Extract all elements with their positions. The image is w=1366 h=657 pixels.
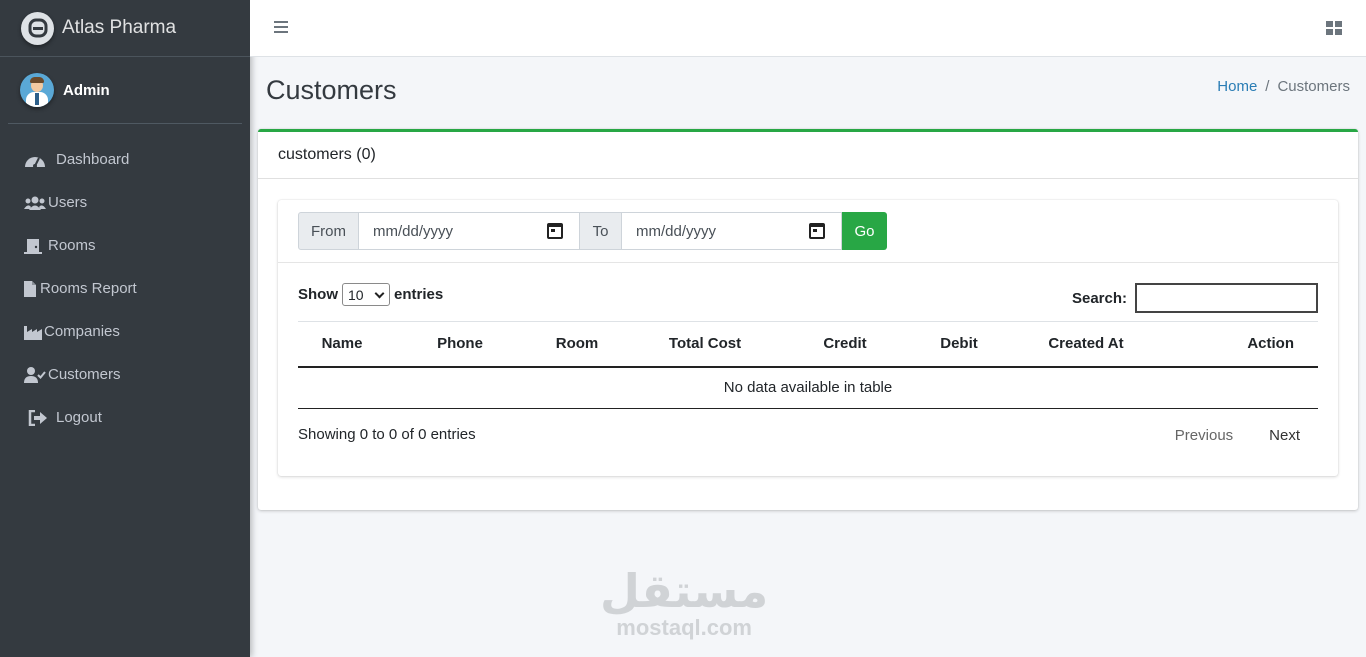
customers-table: Name Phone Room Total Cost Credit Debit … (298, 321, 1318, 409)
watermark-arabic: مستقل (600, 565, 769, 617)
sidebar-item-logout[interactable]: Logout (0, 396, 250, 439)
table-info: Showing 0 to 0 of 0 entries (298, 426, 476, 443)
grid-icon[interactable] (1326, 21, 1342, 35)
column-header-name[interactable]: Name (298, 321, 386, 368)
card-title: customers (0) (258, 132, 1358, 179)
menu-toggle-icon[interactable] (274, 21, 288, 35)
column-header-action[interactable]: Action (1154, 321, 1318, 368)
column-header-credit[interactable]: Credit (790, 321, 900, 368)
column-header-room[interactable]: Room (534, 321, 620, 368)
next-button[interactable]: Next (1251, 423, 1318, 448)
breadcrumb: Home / Customers (1217, 78, 1350, 95)
breadcrumb-home-link[interactable]: Home (1217, 78, 1257, 95)
entries-label: entries (394, 286, 444, 303)
pagination: Previous Next (1157, 423, 1318, 448)
column-header-created-at[interactable]: Created At (1018, 321, 1154, 368)
watermark-logo: مستقل mostaql.com (600, 567, 768, 641)
sidebar-item-label: Companies (44, 323, 120, 340)
page-title: Customers (266, 75, 397, 105)
file-icon (24, 280, 40, 298)
sidebar-item-rooms[interactable]: Rooms (0, 224, 250, 267)
search-label: Search: (1071, 289, 1127, 307)
sidebar-item-customers[interactable]: Customers (0, 353, 250, 396)
sidebar-item-companies[interactable]: Companies (0, 310, 250, 353)
search-control: Search: (1072, 283, 1318, 313)
sidebar-nav: Dashboard Users Rooms Rooms Report Compa… (0, 138, 250, 439)
from-label: From (298, 212, 359, 250)
go-button[interactable]: Go (842, 212, 887, 250)
brand-name: Atlas Pharma (62, 17, 177, 38)
sidebar-item-rooms-report[interactable]: Rooms Report (0, 267, 250, 310)
column-header-phone[interactable]: Phone (386, 321, 534, 368)
sidebar-item-label: Customers (48, 366, 121, 383)
sidebar-item-label: Users (48, 194, 88, 211)
calendar-icon[interactable] (547, 223, 563, 239)
sidebar: Atlas Pharma Admin Dashboard Users Rooms (0, 0, 250, 657)
sidebar-item-label: Logout (56, 409, 102, 426)
column-header-debit[interactable]: Debit (900, 321, 1018, 368)
sidebar-item-label: Dashboard (56, 151, 130, 168)
breadcrumb-separator: / (1265, 78, 1270, 95)
date-filter: From mm/dd/yyyy To mm/dd/yyyy Go (278, 200, 1338, 263)
sidebar-item-users[interactable]: Users (0, 181, 250, 224)
entries-length-select[interactable]: 10 (342, 283, 390, 306)
entries-length-value: 10 (348, 286, 364, 303)
watermark-latin: mostaql.com (616, 615, 752, 640)
sign-out-icon (24, 409, 56, 427)
column-header-total-cost[interactable]: Total Cost (620, 321, 790, 368)
user-panel[interactable]: Admin (8, 57, 242, 124)
users-icon (24, 194, 48, 212)
user-name: Admin (63, 81, 110, 99)
to-label: To (580, 212, 622, 250)
search-input[interactable] (1135, 283, 1318, 313)
from-date-placeholder: mm/dd/yyyy (373, 222, 454, 240)
sidebar-item-label: Rooms Report (40, 280, 137, 297)
dashboard-icon (24, 151, 48, 169)
breadcrumb-current: Customers (1277, 78, 1350, 95)
brand-logo-icon (21, 11, 54, 45)
user-check-icon (24, 366, 48, 384)
brand-link[interactable]: Atlas Pharma (0, 0, 250, 57)
empty-table-message: No data available in table (298, 366, 1318, 409)
to-date-input[interactable]: mm/dd/yyyy (622, 212, 842, 250)
table-header-row: Name Phone Room Total Cost Credit Debit … (298, 321, 1318, 368)
sidebar-item-dashboard[interactable]: Dashboard (0, 138, 250, 181)
show-label: Show (298, 286, 338, 303)
customers-card: customers (0) From mm/dd/yyyy To mm/dd/y… (258, 129, 1358, 510)
table-row: No data available in table (298, 366, 1318, 409)
top-navbar (250, 0, 1366, 57)
sidebar-item-label: Rooms (48, 237, 96, 254)
to-date-placeholder: mm/dd/yyyy (636, 222, 717, 240)
customers-table-card: From mm/dd/yyyy To mm/dd/yyyy Go Show 10… (278, 200, 1338, 476)
previous-button[interactable]: Previous (1157, 423, 1251, 448)
industry-icon (24, 323, 44, 341)
door-icon (24, 237, 48, 255)
calendar-icon[interactable] (809, 223, 825, 239)
from-date-input[interactable]: mm/dd/yyyy (359, 212, 580, 250)
avatar (20, 73, 54, 107)
length-control: Show 10 entries (298, 283, 443, 306)
